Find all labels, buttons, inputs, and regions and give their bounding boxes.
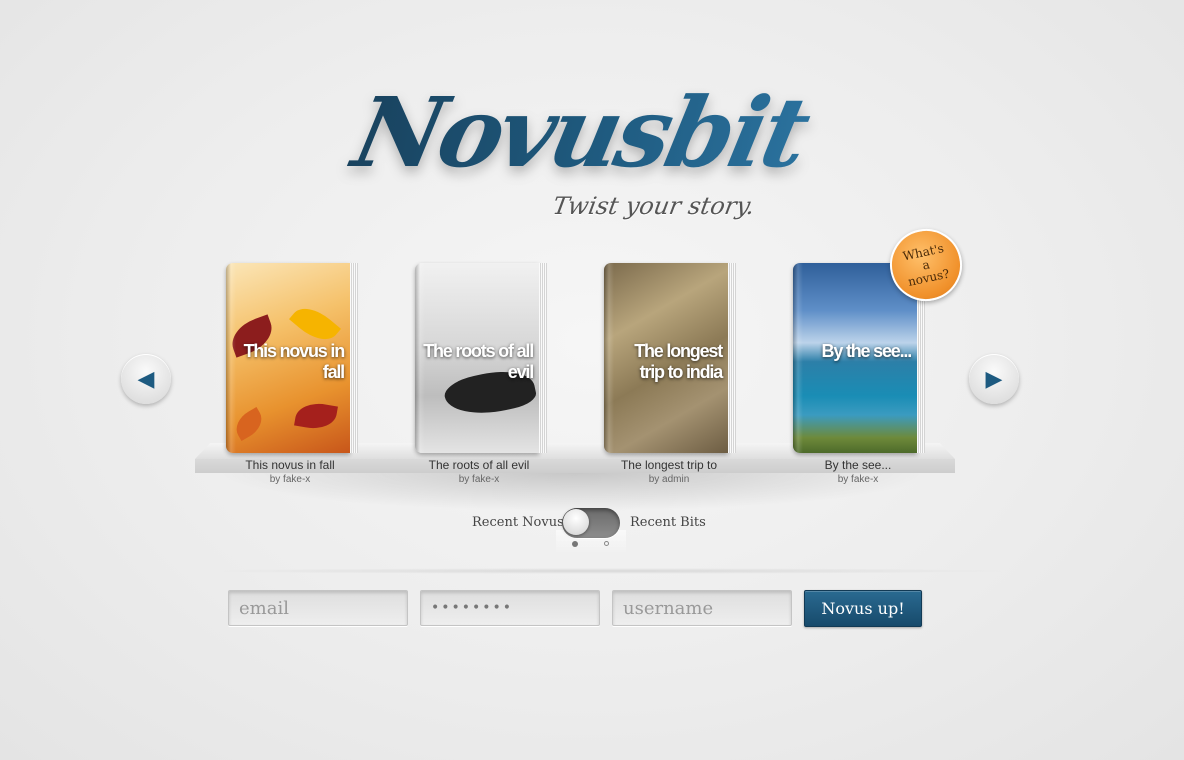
recent-toggle-switch[interactable] xyxy=(562,508,620,538)
book-title: By the see... xyxy=(824,458,892,472)
toggle-right-label[interactable]: Recent Bits xyxy=(630,515,706,530)
book-cover-4[interactable]: By the see... xyxy=(793,263,917,453)
username-field[interactable] xyxy=(612,590,792,626)
novus-up-button[interactable]: Novus up! xyxy=(804,590,922,627)
book-author: by fake-x xyxy=(458,474,500,485)
prev-arrow-button[interactable]: ◀ xyxy=(121,354,171,404)
book-cover-3[interactable]: The longest trip to india xyxy=(604,263,728,453)
book-cover-2[interactable]: The roots of all evil xyxy=(415,263,539,453)
recent-toggle-group: Recent Novus Recent Bits xyxy=(440,508,740,558)
logo-title: Novusbit xyxy=(288,76,871,189)
book-caption-4[interactable]: By the see... by fake-x xyxy=(773,458,943,488)
tagline: Twist your story. xyxy=(550,192,757,220)
toggle-left-label[interactable]: Recent Novus xyxy=(472,515,564,530)
book-pages xyxy=(350,263,358,453)
badge-text: What's a novus? xyxy=(901,240,951,289)
arrow-right-icon: ▶ xyxy=(985,366,1003,391)
book-pages xyxy=(539,263,547,453)
pager-dot-active[interactable] xyxy=(572,541,578,547)
book-title: The roots of all evil xyxy=(428,458,530,472)
book-cover-title: The longest trip to india xyxy=(634,341,723,382)
book-cover-1[interactable]: This novus in fall xyxy=(226,263,350,453)
book-cover-title: This novus in fall xyxy=(243,341,346,382)
divider xyxy=(195,568,1015,574)
email-field[interactable] xyxy=(228,590,408,626)
book-cover-title: The roots of all evil xyxy=(423,341,534,382)
book-cover-title: By the see... xyxy=(821,341,913,361)
book-caption-2[interactable]: The roots of all evil by fake-x xyxy=(394,458,564,488)
book-title: The longest trip to xyxy=(620,458,718,472)
book-pages xyxy=(728,263,736,453)
logo: Novusbit xyxy=(300,76,860,189)
arrow-left-icon: ◀ xyxy=(137,366,155,391)
book-caption-1[interactable]: This novus in fall by fake-x xyxy=(205,458,375,488)
book-author: by fake-x xyxy=(269,474,311,485)
pager-dot[interactable] xyxy=(604,541,609,546)
password-field[interactable] xyxy=(420,590,600,626)
book-title: This novus in fall xyxy=(245,458,335,472)
next-arrow-button[interactable]: ▶ xyxy=(969,354,1019,404)
toggle-knob[interactable] xyxy=(563,509,589,535)
book-caption-3[interactable]: The longest trip to by admin xyxy=(584,458,754,488)
leaf-decoration xyxy=(230,406,268,442)
leaf-decoration xyxy=(294,399,338,433)
book-author: by fake-x xyxy=(837,474,879,485)
book-author: by admin xyxy=(648,474,690,485)
